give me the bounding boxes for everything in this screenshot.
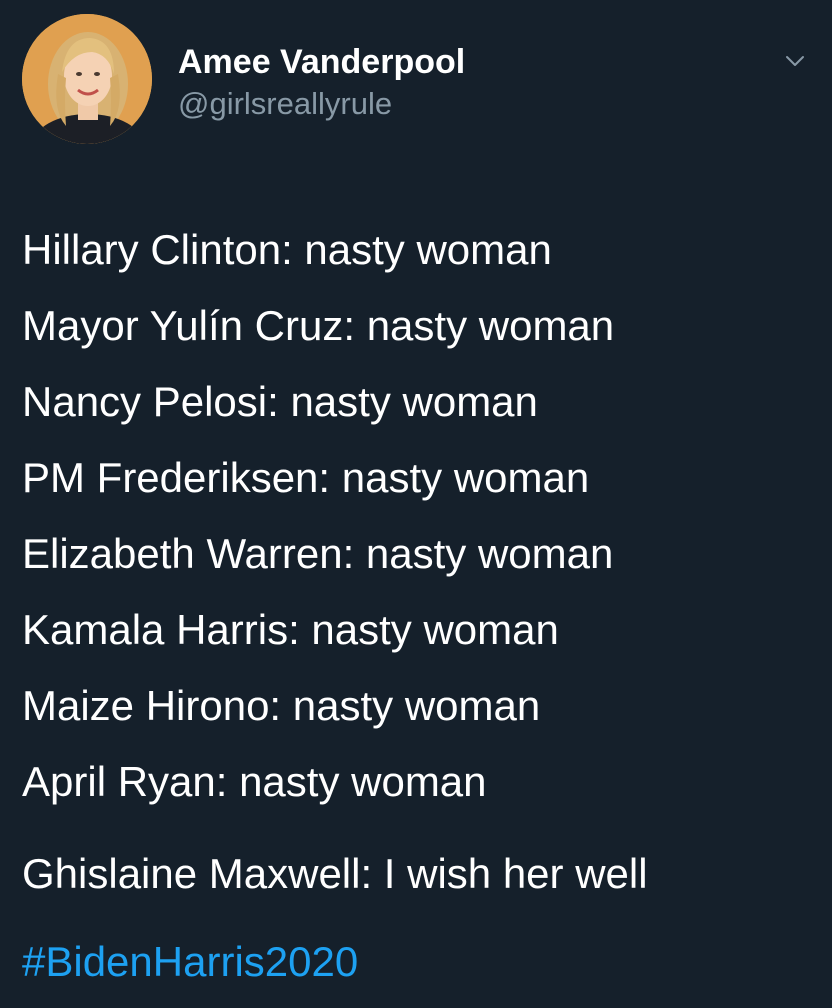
tweet-menu-button[interactable] xyxy=(778,44,812,78)
tweet-line: Nancy Pelosi: nasty woman xyxy=(22,378,538,425)
tweet-line: Hillary Clinton: nasty woman xyxy=(22,226,552,273)
tweet-header: Amee Vanderpool @girlsreallyrule xyxy=(22,14,812,144)
tweet-line: Kamala Harris: nasty woman xyxy=(22,606,559,653)
tweet-line: Mayor Yulín Cruz: nasty woman xyxy=(22,302,615,349)
tweet-line: April Ryan: nasty woman xyxy=(22,758,487,805)
tweet-line: Maize Hirono: nasty woman xyxy=(22,682,541,729)
avatar-image xyxy=(22,14,152,144)
hashtag-link[interactable]: #BidenHarris2020 xyxy=(22,932,358,992)
chevron-down-icon xyxy=(786,56,804,66)
tweet-line: PM Frederiksen: nasty woman xyxy=(22,454,590,501)
tweet-line: Elizabeth Warren: nasty woman xyxy=(22,530,614,577)
tweet-closing-line: Ghislaine Maxwell: I wish her well xyxy=(22,850,648,897)
user-handle[interactable]: @girlsreallyrule xyxy=(178,84,465,124)
tweet-text: Hillary Clinton: nasty woman Mayor Yulín… xyxy=(22,212,812,912)
author-names: Amee Vanderpool @girlsreallyrule xyxy=(178,42,465,124)
display-name[interactable]: Amee Vanderpool xyxy=(178,42,465,82)
avatar[interactable] xyxy=(22,14,152,144)
tweet-card: Amee Vanderpool @girlsreallyrule Hillary… xyxy=(0,0,832,1008)
